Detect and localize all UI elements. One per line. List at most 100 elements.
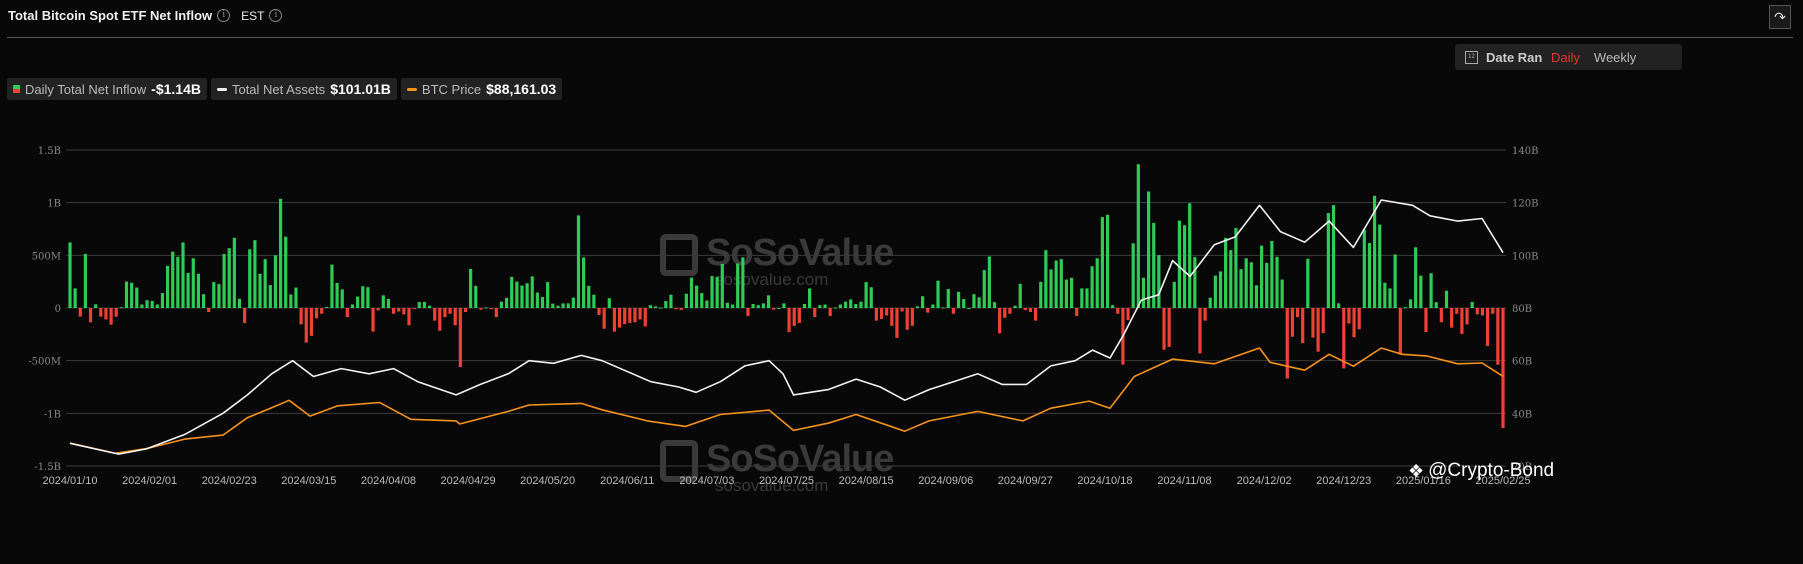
outflow-bar (1295, 308, 1300, 318)
outflow-bar (679, 308, 683, 311)
outflow-bar (797, 308, 801, 323)
outflow-bar (1455, 308, 1459, 314)
inflow-bar (823, 304, 827, 308)
outflow-bar (1465, 308, 1469, 325)
outflow-bar (78, 308, 82, 317)
inflow-bar (936, 280, 940, 308)
right-axis-tick: 100B (1512, 251, 1538, 262)
inflow-bar (1049, 269, 1053, 308)
inflow-bar (802, 303, 807, 308)
inflow-bar (1414, 247, 1418, 308)
left-axis-tick: -500M (28, 357, 61, 368)
inflow-bar (705, 300, 709, 308)
inflow-bar (982, 270, 986, 308)
outflow-bar (905, 308, 909, 330)
inflow-bar (1085, 288, 1089, 308)
inflow-bar (366, 287, 370, 308)
inflow-bar (571, 297, 575, 308)
inflow-bar (278, 198, 283, 308)
inflow-bar (730, 304, 735, 308)
inflow-bar (1331, 205, 1336, 308)
outflow-bar (1075, 308, 1079, 317)
inflow-bar (1090, 266, 1094, 308)
left-axis-tick: 1.5B (38, 146, 61, 157)
outflow-bar (633, 308, 637, 323)
outflow-bar (998, 308, 1002, 334)
outflow-bar (1290, 308, 1295, 337)
outflow-bar (1347, 308, 1351, 324)
inflow-bar (140, 304, 144, 308)
outflow-bar (1342, 308, 1346, 369)
inflow-bar (648, 305, 652, 308)
outflow-bar (1034, 308, 1038, 321)
outflow-bar (1496, 308, 1500, 365)
outflow-bar (1439, 308, 1443, 323)
outflow-bar (1480, 308, 1485, 316)
outflow-bar (792, 308, 796, 326)
x-axis-tick: 2024/07/25 (759, 475, 814, 487)
outflow-bar (304, 308, 308, 343)
outflow-bar (813, 308, 817, 318)
x-axis-tick: 2024/01/10 (42, 475, 97, 487)
inflow-bar (946, 289, 950, 308)
inflow-bar (967, 308, 971, 309)
inflow-bar (1080, 288, 1084, 308)
inflow-bar (689, 277, 694, 308)
inflow-bar (474, 285, 478, 308)
outflow-bar (674, 308, 678, 310)
inflow-bar (1403, 307, 1408, 309)
x-axis-tick: 2024/11/08 (1157, 475, 1211, 487)
inflow-bar (186, 272, 190, 308)
inflow-bar (766, 295, 771, 308)
left-axis-tick: -1.5B (34, 462, 61, 473)
outflow-bar (299, 308, 303, 325)
inflow-bar (1131, 243, 1135, 308)
outflow-bar (309, 308, 313, 336)
inflow-bar (720, 263, 724, 308)
outflow-bar (1301, 308, 1305, 344)
inflow-bar (931, 304, 935, 308)
outflow-bar (371, 308, 375, 332)
right-axis-tick: 140B (1512, 146, 1538, 157)
right-axis-tick: 80B (1512, 304, 1532, 315)
inflow-bar (1234, 228, 1238, 308)
x-axis-tick: 2024/05/20 (520, 475, 575, 487)
inflow-bar (1419, 275, 1423, 308)
inflow-bar (119, 307, 123, 309)
inflow-bar (1224, 237, 1228, 308)
outflow-bar (597, 308, 601, 315)
x-axis-tick: 2024/07/03 (679, 475, 734, 487)
inflow-bar (330, 264, 334, 308)
outflow-bar (376, 308, 380, 311)
inflow-bar (669, 294, 673, 308)
outflow-bar (874, 308, 878, 321)
inflow-bar (833, 307, 837, 309)
inflow-bar (1188, 203, 1192, 308)
inflow-bar (962, 299, 966, 308)
outflow-bar (1116, 308, 1120, 314)
outflow-bar (104, 308, 108, 320)
inflow-bar (525, 283, 529, 308)
inflow-bar (941, 307, 945, 309)
outflow-bar (617, 308, 622, 328)
inflow-bar (725, 302, 730, 308)
inflow-bar (232, 237, 236, 308)
outflow-bar (438, 308, 442, 331)
outflow-bar (463, 308, 468, 313)
inflow-bar (1069, 277, 1074, 308)
inflow-bar (1275, 256, 1279, 308)
outflow-bar (890, 308, 894, 326)
outflow-bar (1475, 308, 1479, 315)
outflow-bar (1501, 308, 1505, 429)
inflow-bar (1367, 243, 1372, 308)
inflow-bar (1095, 258, 1099, 308)
outflow-bar (951, 308, 956, 314)
outflow-bar (828, 308, 832, 317)
outflow-bar (895, 308, 899, 338)
inflow-bar (859, 301, 863, 308)
inflow-bar (869, 287, 873, 308)
x-axis-tick: 2024/06/11 (600, 475, 654, 487)
inflow-bar (171, 251, 175, 308)
outflow-bar (1311, 308, 1315, 338)
outflow-bar (1198, 308, 1202, 354)
